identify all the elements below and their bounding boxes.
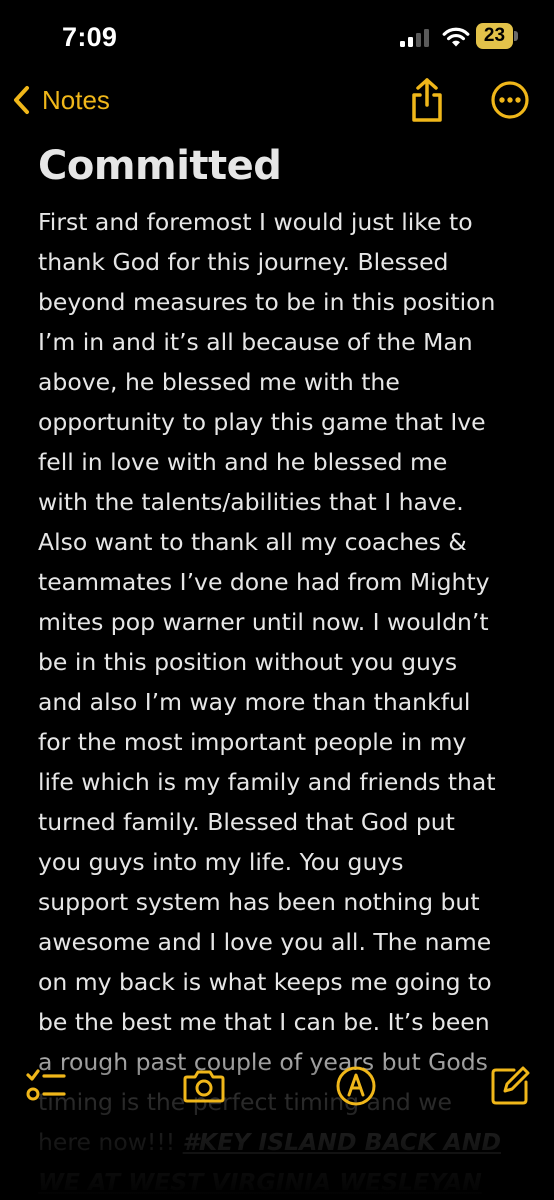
notes-screen: 7:09 23 Notes Committed First and foremo…	[0, 0, 554, 1200]
note-line: opportunity to play this game that Ive	[38, 408, 486, 436]
cellular-signal-icon	[400, 29, 429, 47]
ellipsis-circle-icon[interactable]	[490, 80, 530, 120]
note-line: awesome and I love you all. The name	[38, 928, 492, 956]
note-line: on my back is what keeps me going to	[38, 968, 492, 996]
chevron-left-icon	[14, 86, 29, 114]
bottom-toolbar	[0, 1058, 554, 1118]
note-line: mites pop warner until now. I wouldn’t	[38, 608, 489, 636]
note-line-faded: here now!!! #KEY ISLAND BACK AND	[38, 1122, 538, 1162]
note-line: be in this position without you guys	[38, 648, 458, 676]
note-line: turned family. Blessed that God put	[38, 808, 455, 836]
note-line: you guys into my life. You guys	[38, 848, 404, 876]
battery-indicator: 23	[476, 23, 518, 49]
note-line: thank God for this journey. Blessed	[38, 248, 449, 276]
hashtag-text: #KEY ISLAND BACK AND	[182, 1128, 502, 1156]
note-line: support system has been nothing but	[38, 888, 480, 916]
markup-icon[interactable]	[334, 1064, 378, 1108]
note-title[interactable]: Committed	[38, 143, 282, 189]
battery-level: 23	[483, 25, 506, 46]
note-line-text: here now!!!	[38, 1128, 183, 1156]
status-time: 7:09	[62, 22, 118, 52]
wifi-icon	[442, 27, 470, 47]
note-line: beyond measures to be in this position	[38, 288, 496, 316]
hashtag-text: WE AT WEST VIRGINIA WESLEYAN	[38, 1168, 482, 1196]
note-line: First and foremost I would just like to	[38, 208, 473, 236]
back-label: Notes	[42, 84, 110, 115]
note-line: with the talents/abilities that I have.	[38, 488, 464, 516]
note-line: above, he blessed me with the	[38, 368, 400, 396]
note-line: for the most important people in my	[38, 728, 467, 756]
note-line: be the best me that I can be. It’s been	[38, 1008, 490, 1036]
note-line: teammates I’ve done had from Mighty	[38, 568, 490, 596]
note-line: I’m in and it’s all because of the Man	[38, 328, 473, 356]
note-line-faded: WE AT WEST VIRGINIA WESLEYAN	[38, 1162, 538, 1200]
note-line: and also I’m way more than thankful	[38, 688, 471, 716]
note-body[interactable]: First and foremost I would just like to …	[38, 202, 538, 1200]
battery-nub	[514, 31, 518, 41]
compose-icon[interactable]	[488, 1064, 532, 1108]
checklist-icon[interactable]	[24, 1064, 68, 1108]
back-button[interactable]: Notes	[10, 80, 110, 120]
note-line: Also want to thank all my coaches &	[38, 528, 467, 556]
note-line: fell in love with and he blessed me	[38, 448, 448, 476]
note-line: life which is my family and friends that	[38, 768, 496, 796]
camera-icon[interactable]	[182, 1064, 226, 1108]
nav-bar: Notes	[0, 72, 554, 132]
share-icon[interactable]	[406, 77, 448, 123]
status-bar: 7:09 23	[0, 0, 554, 72]
